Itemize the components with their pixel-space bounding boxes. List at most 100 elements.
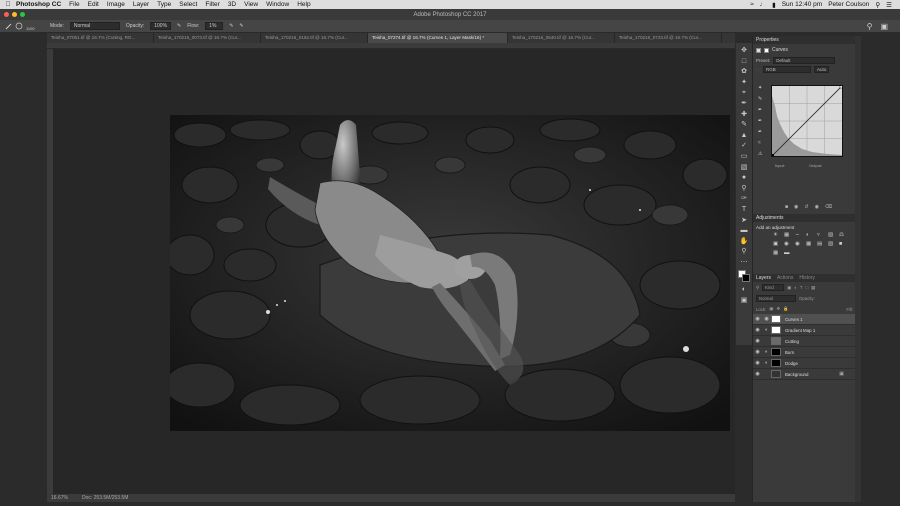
background-color[interactable] [742, 274, 750, 283]
eye-icon[interactable]: ◉ [753, 371, 762, 377]
quick-select-tool-icon[interactable]: ✦ [739, 78, 749, 88]
filter-search-icon[interactable]: ⚲ [756, 285, 759, 291]
group-folder-icon[interactable] [771, 337, 781, 345]
layer-name[interactable]: Dodge [785, 361, 798, 366]
shape-tool-icon[interactable]: ▬ [739, 226, 749, 236]
type-tool-icon[interactable]: T [739, 205, 749, 215]
menu-file[interactable]: File [69, 1, 79, 8]
layer-mask-icon[interactable] [764, 47, 769, 53]
eye-icon[interactable]: ◉ [753, 327, 762, 333]
hue-sat-icon[interactable]: ▧ [828, 232, 836, 238]
pencil-curve-icon[interactable]: ✎ [758, 96, 762, 102]
lock-position-icon[interactable]: ✥ [776, 306, 780, 312]
brush-tool-icon[interactable] [4, 22, 26, 31]
black-point-eyedropper-icon[interactable]: ✒ [758, 107, 762, 113]
layer-name[interactable]: Gradient Map 1 [785, 328, 815, 333]
document-tab[interactable]: Teisha_170216_0073.tif @ 16.7% (Cur... [154, 33, 261, 43]
search-icon[interactable]: ⚲ [867, 22, 873, 31]
layer-mask-thumbnail[interactable] [771, 315, 781, 323]
screen-mode-icon[interactable]: ▣ [739, 296, 749, 306]
airbrush-icon[interactable]: ✎ [229, 23, 233, 29]
layer-name[interactable]: Burn [785, 350, 794, 355]
apple-icon[interactable]:  [0, 1, 16, 8]
search-icon[interactable]: ⚲ [875, 1, 880, 9]
document-tab[interactable]: Teisha_170216_0723.tif @ 16.7% (Cur... [615, 33, 722, 43]
type-filter-icon[interactable]: T [800, 285, 803, 290]
layer-thumbnail[interactable] [771, 370, 781, 378]
volume-icon[interactable]: ♩ [760, 1, 767, 8]
dodge-tool-icon[interactable]: ⚲ [739, 184, 749, 194]
layer-mask-thumbnail[interactable] [771, 348, 781, 356]
lock-all-icon[interactable]: 🔒 [783, 306, 788, 312]
eye-icon[interactable]: ◉ [753, 316, 762, 322]
brush-tool-icon[interactable]: ✎ [739, 120, 749, 130]
black-white-icon[interactable]: ▣ [773, 241, 781, 247]
selective-color-icon[interactable]: ▦ [773, 250, 781, 256]
menu-3d[interactable]: 3D [228, 1, 236, 8]
zoom-window-button[interactable] [20, 12, 25, 17]
layer-row-gradient-map[interactable]: ◉ ◐ Gradient Map 1 [753, 325, 856, 336]
clipping-warning-icon[interactable]: ⚠ [758, 151, 762, 157]
marquee-tool-icon[interactable]: □ [739, 57, 749, 67]
white-point-eyedropper-icon[interactable]: ✒ [758, 129, 762, 135]
layer-row-dodge[interactable]: ◉ ◐ Dodge [753, 358, 856, 369]
app-menu[interactable]: Photoshop CC [16, 1, 61, 8]
menu-help[interactable]: Help [297, 1, 310, 8]
gray-point-eyedropper-icon[interactable]: ✒ [758, 118, 762, 124]
path-select-tool-icon[interactable]: ➤ [739, 216, 749, 226]
smooth-curve-icon[interactable]: ≈ [758, 140, 762, 146]
document-tab[interactable]: Teisha_07051.tif @ 16.7% (Cutting, RG... [47, 33, 154, 43]
posterize-icon[interactable]: ▧ [828, 241, 836, 247]
brush-size[interactable]: 1100 [26, 26, 35, 31]
battery-icon[interactable]: ▮ [772, 1, 776, 9]
color-balance-icon[interactable]: ⚖ [839, 232, 847, 238]
wifi-icon[interactable]: ≈ [750, 1, 754, 8]
close-window-button[interactable] [4, 12, 9, 17]
curves-graph[interactable] [771, 84, 844, 157]
pressure-size-icon[interactable]: ✎ [239, 23, 243, 29]
smart-filter-icon[interactable]: ▦ [811, 285, 815, 291]
properties-tab[interactable]: Properties [756, 36, 779, 44]
zoom-level[interactable]: 16.67% [51, 495, 68, 501]
opacity-field[interactable]: 100% [150, 22, 172, 30]
layer-row-background[interactable]: ◉ Background ▣ [753, 369, 856, 380]
preset-select[interactable]: Default [773, 57, 836, 64]
point-tool-icon[interactable]: ✦ [758, 85, 762, 91]
layer-name[interactable]: Background [785, 372, 808, 377]
doc-size[interactable]: Doc: 253.5M/253.5M [82, 495, 128, 501]
panel-scrollbar[interactable] [855, 36, 861, 502]
minimize-window-button[interactable] [12, 12, 17, 17]
eraser-tool-icon[interactable]: ▭ [739, 152, 749, 162]
zoom-tool-icon[interactable]: ⚲ [739, 247, 749, 257]
hand-tool-icon[interactable]: ✋ [739, 237, 749, 247]
document-tab[interactable]: Teisha_170216_0640.tif @ 16.7% (Cur... [508, 33, 615, 43]
invert-icon[interactable]: ▤ [817, 241, 825, 247]
gradient-tool-icon[interactable]: ▧ [739, 163, 749, 173]
history-brush-tool-icon[interactable]: ✓ [739, 141, 749, 151]
color-lookup-icon[interactable]: ▦ [806, 241, 814, 247]
photo-filter-icon[interactable]: ◉ [784, 241, 792, 247]
adjustment-filter-icon[interactable]: ◐ [794, 285, 797, 290]
pen-tool-icon[interactable]: ✑ [739, 194, 749, 204]
adjustments-tab[interactable]: Adjustments [756, 214, 784, 222]
document-tab[interactable]: Teisha_170216_0162.tif @ 16.7% (Cur... [261, 33, 368, 43]
kind-filter-select[interactable]: Kind [762, 284, 785, 291]
layer-name[interactable]: Curves 1 [785, 317, 803, 322]
levels-icon[interactable]: ▦ [784, 232, 792, 238]
delete-icon[interactable]: ⌫ [825, 204, 832, 210]
menu-view[interactable]: View [244, 1, 258, 8]
history-tab[interactable]: History [799, 274, 815, 282]
lock-pixels-icon[interactable]: ▣ [769, 306, 773, 312]
menu-select[interactable]: Select [179, 1, 197, 8]
clock[interactable]: Sun 12:40 pm [782, 1, 822, 8]
document-image[interactable] [170, 115, 730, 431]
list-icon[interactable]: ☰ [886, 1, 892, 9]
crop-tool-icon[interactable]: ⌖ [739, 88, 749, 98]
shape-filter-icon[interactable]: □ [805, 285, 808, 290]
layer-name[interactable]: Cutting [785, 339, 799, 344]
vibrance-icon[interactable]: ▿ [817, 232, 825, 238]
document-tab-active[interactable]: Teisha_07274.tif @ 16.7% (Curves 1, Laye… [368, 33, 508, 43]
move-tool-icon[interactable]: ✥ [739, 46, 749, 56]
gradient-map-icon[interactable]: ▬ [784, 250, 792, 256]
menu-layer[interactable]: Layer [133, 1, 149, 8]
